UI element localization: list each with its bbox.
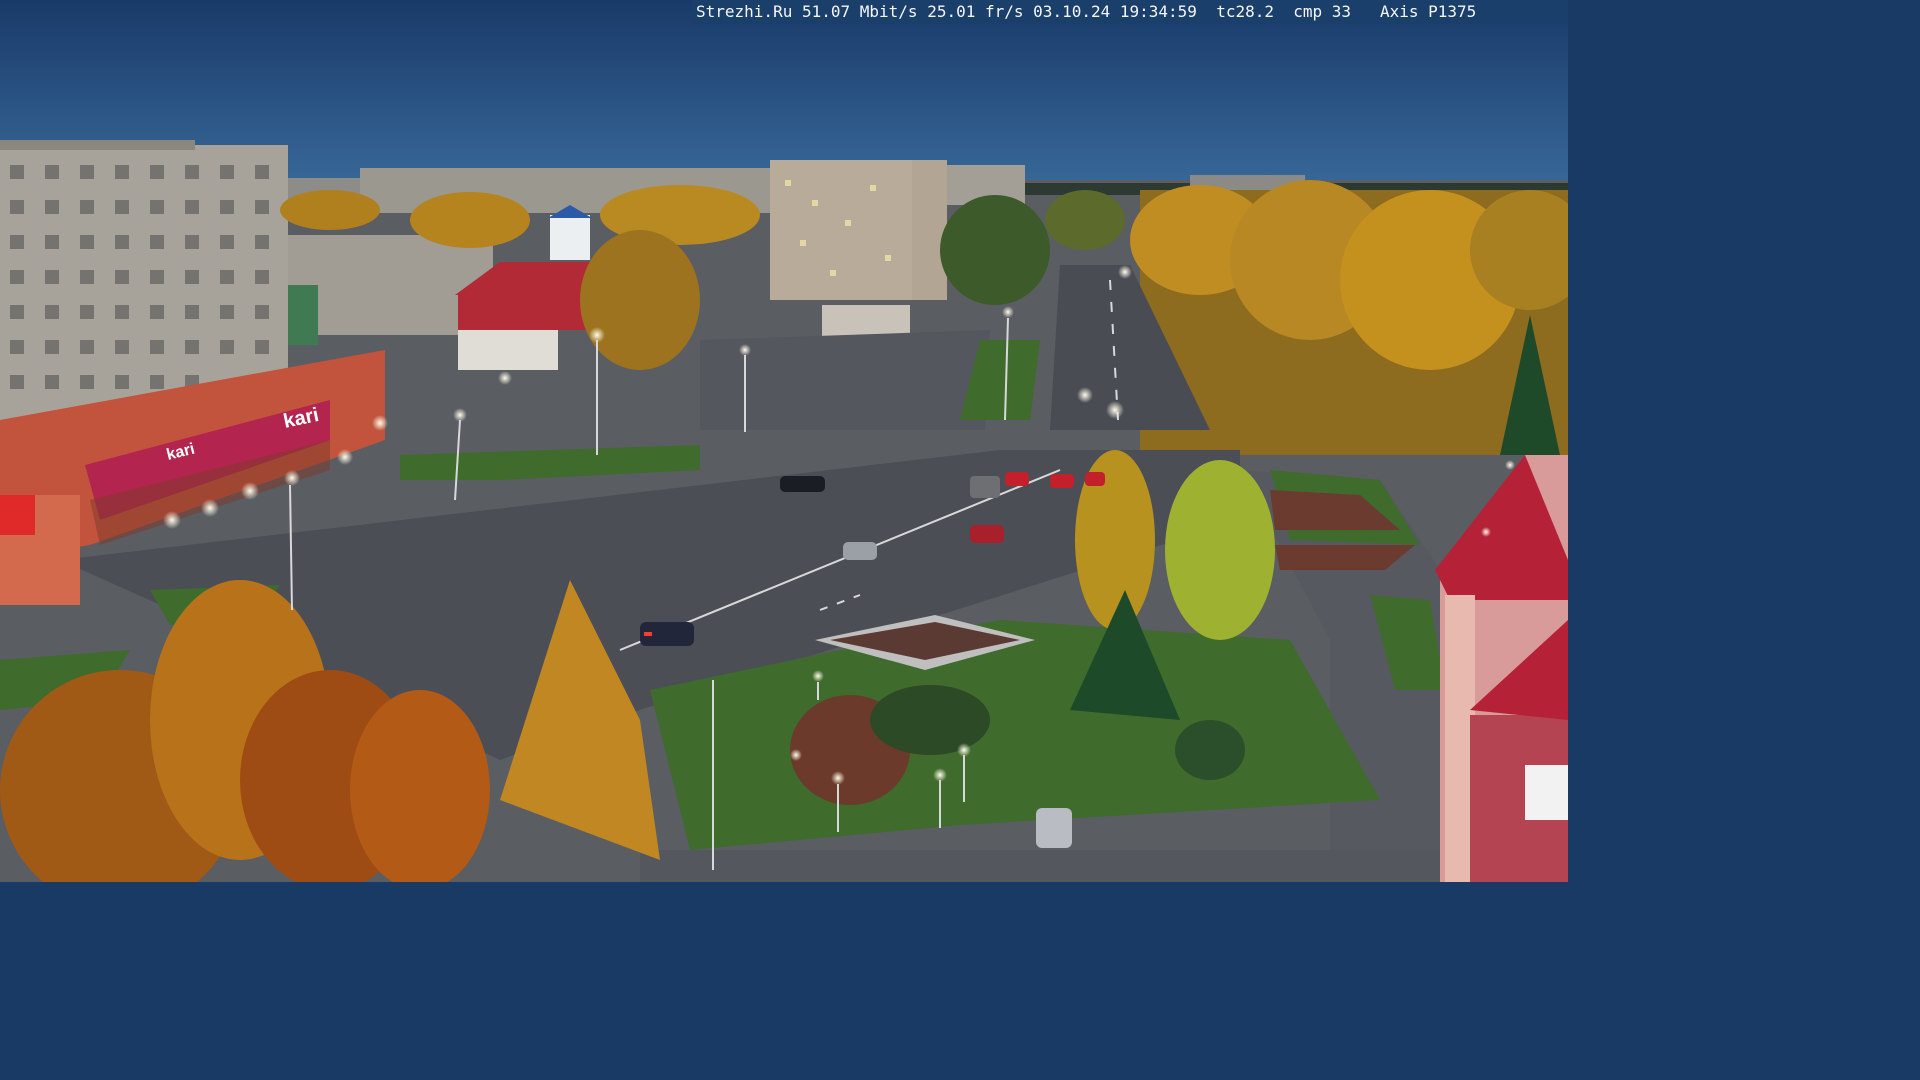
overlay-camera: Axis P1375 — [1379, 2, 1477, 21]
overlay-time: 19:34:59 — [1119, 2, 1197, 21]
overlay-cmp: cmp 33 — [1293, 2, 1352, 21]
street-scene: kari kari — [0, 0, 1568, 882]
overlay-framerate: 25.01 fr/s — [927, 2, 1024, 21]
overlay-tc: tc28.2 — [1216, 2, 1274, 21]
overlay-site: Strezhi.Ru — [696, 2, 793, 21]
camera-status-overlay: Strezhi.Ru 51.07 Mbit/s 25.01 fr/s 03.10… — [692, 0, 1568, 24]
overlay-date: 03.10.24 — [1033, 2, 1111, 21]
overlay-bitrate: 51.07 Mbit/s — [801, 2, 918, 21]
